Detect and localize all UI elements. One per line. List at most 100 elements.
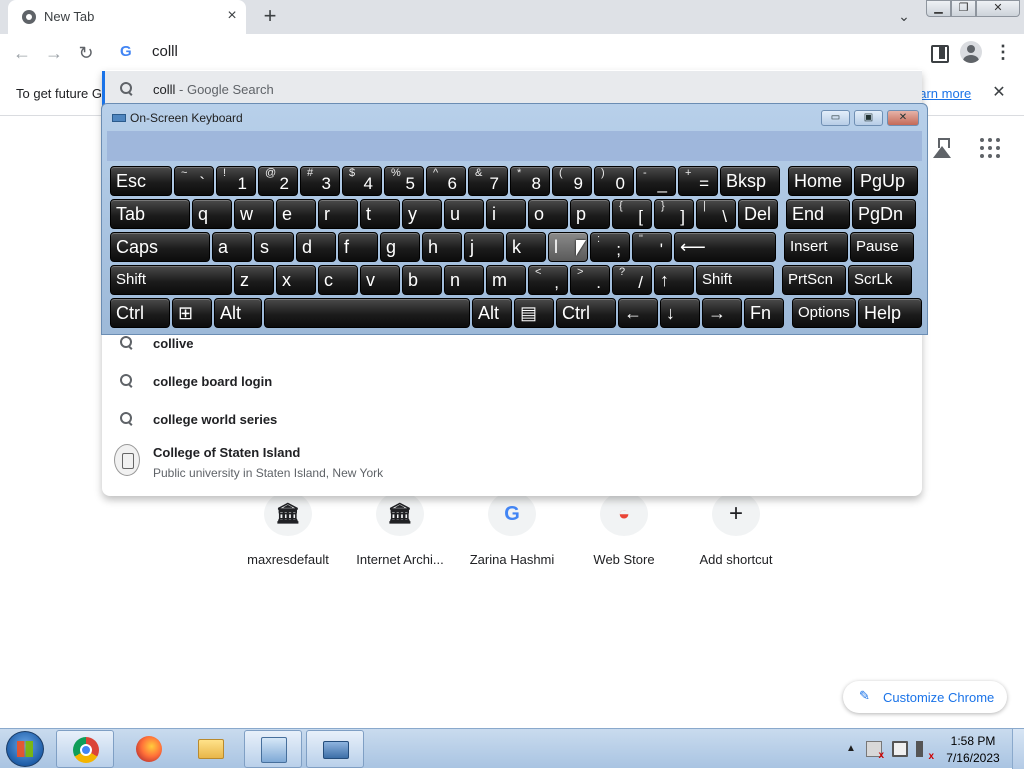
- clock-date[interactable]: 7/16/2023: [942, 751, 1004, 765]
- key-u[interactable]: u: [444, 199, 484, 229]
- minimize-window-button[interactable]: ▁: [926, 0, 951, 17]
- key-y[interactable]: y: [402, 199, 442, 229]
- suggestion-row[interactable]: college board login: [102, 363, 922, 399]
- key-tab[interactable]: Tab: [110, 199, 190, 229]
- key-5[interactable]: % 5: [384, 166, 424, 196]
- reload-button[interactable]: ↻: [73, 40, 99, 66]
- entity-suggestion-row[interactable]: College of Staten Island Public universi…: [102, 438, 922, 484]
- key-end[interactable]: End: [786, 199, 850, 229]
- key-6[interactable]: ^ 6: [426, 166, 466, 196]
- profile-avatar[interactable]: [960, 41, 982, 63]
- key-scrlk[interactable]: ScrLk: [848, 265, 912, 295]
- key-g[interactable]: g: [380, 232, 420, 262]
- key-j[interactable]: j: [464, 232, 504, 262]
- key-pgdn[interactable]: PgDn: [852, 199, 916, 229]
- key-symbol-9[interactable]: →: [702, 298, 742, 328]
- key-symbol-12[interactable]: - _: [636, 166, 676, 196]
- start-button[interactable]: [6, 731, 44, 767]
- osk-restore-button[interactable]: ▣: [854, 110, 883, 126]
- key-p[interactable]: p: [570, 199, 610, 229]
- taskbar-control-panel[interactable]: [244, 730, 302, 768]
- close-info-bar-icon[interactable]: ✕: [990, 84, 1008, 102]
- key-e[interactable]: e: [276, 199, 316, 229]
- key-s[interactable]: s: [254, 232, 294, 262]
- key-symbol-12[interactable]: }]: [654, 199, 694, 229]
- shortcut-tile[interactable]: 🏛 maxresdefault: [232, 490, 344, 580]
- key-ctrl[interactable]: Ctrl: [556, 298, 616, 328]
- on-screen-keyboard-window[interactable]: On-Screen Keyboard ▭ ▣ ✕ Esc ~ `! 1 @2 #3 $4% 5…: [101, 103, 928, 335]
- key-q[interactable]: q: [192, 199, 232, 229]
- key-symbol-7[interactable]: ←: [618, 298, 658, 328]
- key-f[interactable]: f: [338, 232, 378, 262]
- tab-search-button[interactable]: ⌄: [894, 6, 914, 26]
- back-button[interactable]: ←: [9, 40, 35, 66]
- chrome-labs-icon[interactable]: [930, 136, 954, 160]
- side-panel-icon[interactable]: [928, 42, 949, 63]
- key-symbol-12[interactable]: ⟵: [674, 232, 776, 262]
- key-4[interactable]: $4: [342, 166, 382, 196]
- network-icon[interactable]: [892, 741, 908, 757]
- add-shortcut-tile[interactable]: + Add shortcut: [680, 490, 792, 580]
- key-m[interactable]: m: [486, 265, 526, 295]
- key-symbol-1[interactable]: ~ `: [174, 166, 214, 196]
- address-bar-input[interactable]: [152, 43, 752, 60]
- key-symbol-8[interactable]: <,: [528, 265, 568, 295]
- key-2[interactable]: @2: [258, 166, 298, 196]
- volume-muted-icon[interactable]: [916, 741, 934, 762]
- key-k[interactable]: k: [506, 232, 546, 262]
- key-symbol-13[interactable]: + =: [678, 166, 718, 196]
- key-prtscn[interactable]: PrtScn: [782, 265, 846, 295]
- key-1[interactable]: ! 1: [216, 166, 256, 196]
- osk-minimize-button[interactable]: ▭: [821, 110, 850, 126]
- forward-button[interactable]: →: [41, 40, 67, 66]
- google-apps-icon[interactable]: [980, 138, 1000, 158]
- key-8[interactable]: * 8: [510, 166, 550, 196]
- key-alt[interactable]: Alt: [214, 298, 262, 328]
- key-w[interactable]: w: [234, 199, 274, 229]
- key-insert[interactable]: Insert: [784, 232, 848, 262]
- taskbar-on-screen-keyboard[interactable]: [306, 730, 364, 768]
- key-0[interactable]: ) 0: [594, 166, 634, 196]
- key-o[interactable]: o: [528, 199, 568, 229]
- key-symbol-11[interactable]: " ': [632, 232, 672, 262]
- key-del[interactable]: Del: [738, 199, 778, 229]
- key-v[interactable]: v: [360, 265, 400, 295]
- shortcut-tile[interactable]: G Zarina Hashmi: [456, 490, 568, 580]
- new-tab-button[interactable]: +: [258, 5, 282, 29]
- key-pause[interactable]: Pause: [850, 232, 914, 262]
- close-tab-icon[interactable]: ×: [222, 6, 242, 26]
- osk-close-button[interactable]: ✕: [887, 110, 919, 126]
- key-symbol-11[interactable]: ↑: [654, 265, 694, 295]
- show-desktop-button[interactable]: [1012, 729, 1024, 769]
- key-esc[interactable]: Esc: [110, 166, 172, 196]
- clock-time[interactable]: 1:58 PM: [942, 734, 1004, 748]
- show-hidden-icons-button[interactable]: ▲: [846, 743, 856, 754]
- key-alt[interactable]: Alt: [472, 298, 512, 328]
- key-symbol-11[interactable]: {[: [612, 199, 652, 229]
- suggestion-row[interactable]: college world series: [102, 401, 922, 437]
- key-t[interactable]: t: [360, 199, 400, 229]
- key-symbol-5[interactable]: ▤: [514, 298, 554, 328]
- key-help[interactable]: Help: [858, 298, 922, 328]
- taskbar-explorer[interactable]: [182, 730, 240, 768]
- key-d[interactable]: d: [296, 232, 336, 262]
- key-symbol-8[interactable]: ↓: [660, 298, 700, 328]
- shortcut-tile[interactable]: ◒ Web Store: [568, 490, 680, 580]
- key-symbol-9[interactable]: >.: [570, 265, 610, 295]
- key-symbol-10[interactable]: ? /: [612, 265, 652, 295]
- key-bksp[interactable]: Bksp: [720, 166, 780, 196]
- key-r[interactable]: r: [318, 199, 358, 229]
- key-x[interactable]: x: [276, 265, 316, 295]
- key-n[interactable]: n: [444, 265, 484, 295]
- key-7[interactable]: & 7: [468, 166, 508, 196]
- key-a[interactable]: a: [212, 232, 252, 262]
- key-symbol-1[interactable]: ⊞: [172, 298, 212, 328]
- maximize-window-button[interactable]: ❐: [951, 0, 976, 17]
- tab-new-tab[interactable]: New Tab ×: [8, 0, 246, 34]
- taskbar-chrome[interactable]: [56, 730, 114, 768]
- key-fn[interactable]: Fn: [744, 298, 784, 328]
- key-home[interactable]: Home: [788, 166, 852, 196]
- key-pgup[interactable]: PgUp: [854, 166, 918, 196]
- key-i[interactable]: i: [486, 199, 526, 229]
- customize-chrome-button[interactable]: ✎ Customize Chrome: [843, 681, 1007, 713]
